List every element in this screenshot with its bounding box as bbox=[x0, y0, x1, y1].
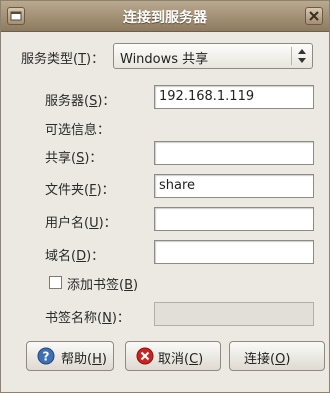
close-icon bbox=[309, 11, 319, 21]
folder-input[interactable]: share bbox=[154, 174, 314, 198]
domain-input[interactable] bbox=[154, 240, 314, 264]
connect-button[interactable]: 连接(O) bbox=[229, 341, 325, 371]
share-label: 共享(S)： bbox=[45, 151, 103, 166]
cancel-icon bbox=[136, 347, 154, 365]
service-type-combobox[interactable]: Windows 共享 bbox=[113, 43, 313, 69]
window-title: 连接到服务器 bbox=[123, 10, 207, 26]
help-button[interactable]: ? 帮助(H) bbox=[26, 341, 114, 371]
domain-label: 域名(D)： bbox=[45, 249, 105, 264]
username-label: 用户名(U)： bbox=[45, 216, 117, 231]
service-type-label: 服务类型(T)： bbox=[21, 52, 105, 67]
combo-separator bbox=[291, 47, 292, 65]
share-input[interactable] bbox=[154, 141, 314, 165]
help-icon: ? bbox=[37, 347, 55, 365]
cancel-button[interactable]: 取消(C) bbox=[125, 341, 221, 371]
folder-label: 文件夹(F)： bbox=[45, 183, 115, 198]
updown-arrows-icon bbox=[298, 49, 306, 63]
server-label: 服务器(S)： bbox=[45, 94, 116, 109]
close-button[interactable] bbox=[305, 7, 323, 25]
bookmark-name-label: 书签名称(N)： bbox=[45, 311, 130, 326]
server-input[interactable]: 192.168.1.119 bbox=[154, 85, 314, 109]
title-bar[interactable]: 连接到服务器 bbox=[1, 1, 329, 32]
svg-text:?: ? bbox=[43, 350, 50, 364]
add-bookmark-label[interactable]: 添加书签(B) bbox=[67, 274, 138, 293]
connect-to-server-dialog: 连接到服务器 服务类型(T)： Windows 共享 服务器(S)： 192.1… bbox=[0, 0, 330, 393]
help-button-label: 帮助(H) bbox=[61, 352, 107, 367]
optional-info-label: 可选信息： bbox=[45, 123, 111, 138]
add-bookmark-checkbox[interactable] bbox=[49, 276, 62, 289]
bookmark-name-input bbox=[154, 302, 314, 326]
username-input[interactable] bbox=[154, 207, 314, 231]
connect-button-label: 连接(O) bbox=[244, 352, 291, 367]
cancel-button-label: 取消(C) bbox=[158, 352, 204, 367]
service-type-value: Windows 共享 bbox=[120, 52, 209, 67]
